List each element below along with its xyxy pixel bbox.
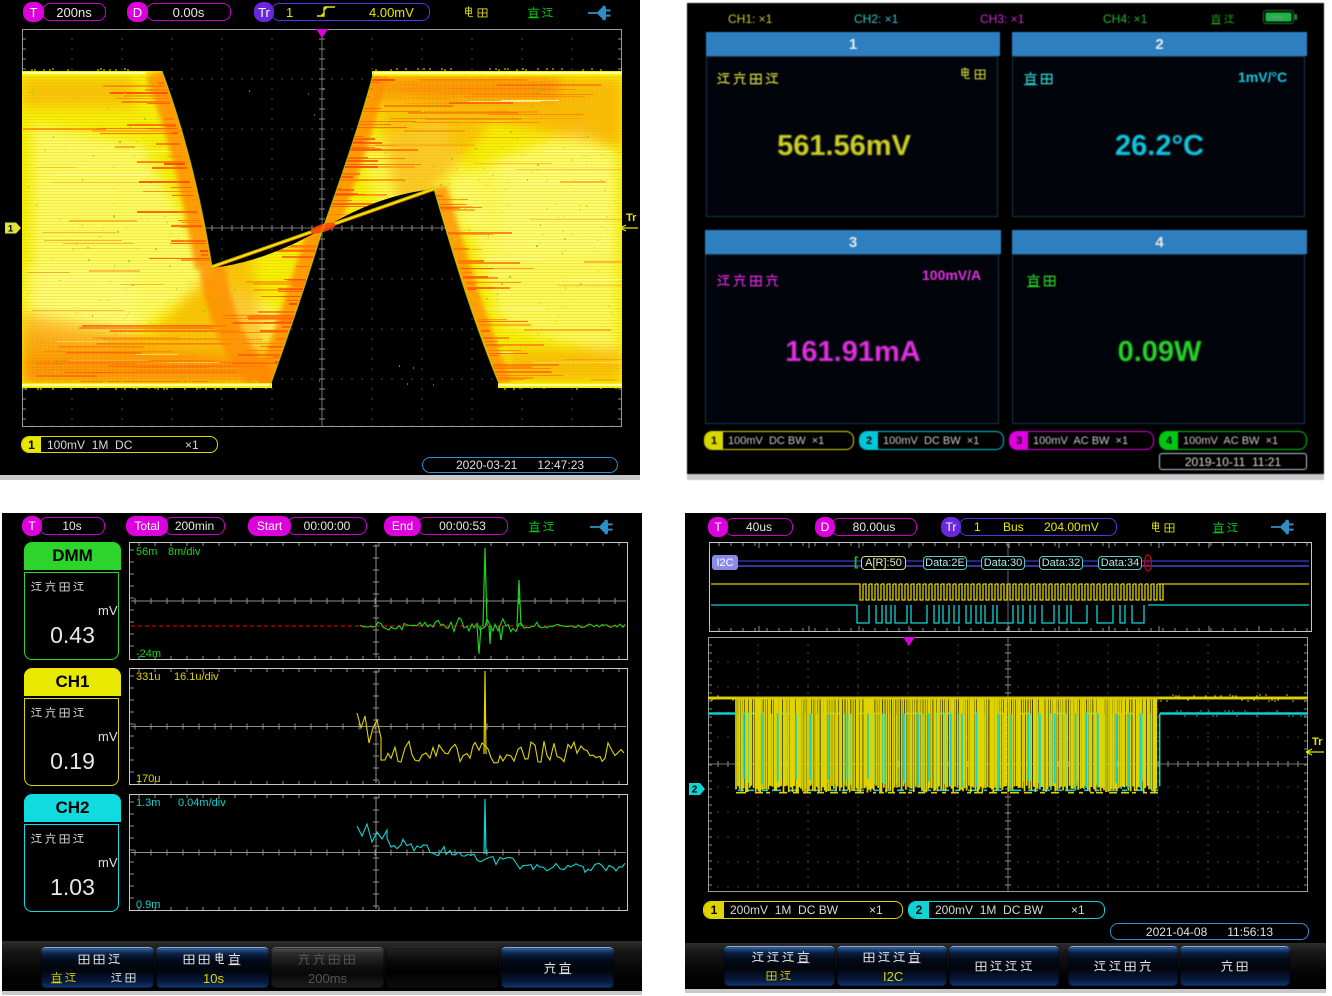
svg-text:!: ! (1146, 558, 1149, 570)
svg-text:2: 2 (692, 785, 698, 796)
svg-text:1: 1 (8, 224, 14, 235)
